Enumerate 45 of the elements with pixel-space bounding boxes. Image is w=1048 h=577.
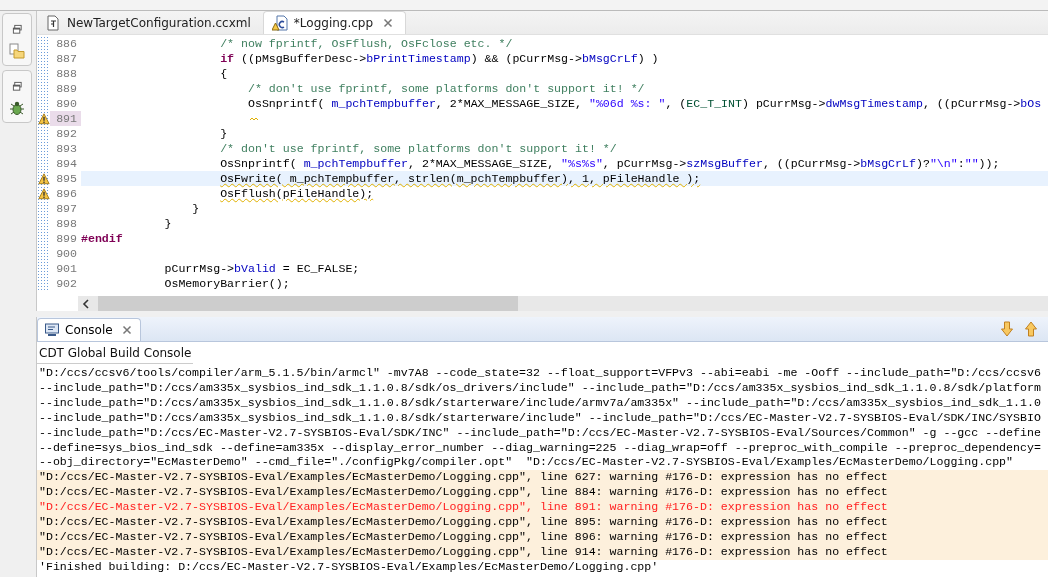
console-line: --define=sys_bios_ind_sdk --define=am335x --display_error_number --diag_warning=225 --diag_wrap=off --preproc_with_compile --preproc_dependency=: [38, 440, 1042, 456]
restore-icon[interactable]: [11, 24, 23, 35]
code-line: }: [164, 217, 172, 230]
warning-icon[interactable]: [37, 172, 50, 185]
console-line: --include_path="D:/ccs/am335x_sysbios_ind_sdk_1.1.0.8/sdk/os_drivers/include" --include_path="D:/ccs/am335x_sysbios_ind_sdk_1.1.0.8/sdk/platform: [38, 380, 1042, 396]
close-icon[interactable]: [121, 325, 132, 335]
code-line: }: [220, 127, 228, 140]
console-line: --include_path="D:/ccs/am335x_sysbios_ind_sdk_1.1.0.8/sdk/starterware/include" --include_path="D:/ccs/EC-Master-V2.7-SYSBIOS-Eval/SDK/INC/SYSBIO: [38, 410, 1042, 426]
console-line: --include_path="D:/ccs/EC-Master-V2.7-SYSBIOS-Eval/SDK/INC" --include_path="D:/ccs/EC-Master-V2.7-SYSBIOS-Eval/Sources/Common" -g --gcc --define: [38, 425, 1042, 441]
line-number: 891: [50, 111, 81, 126]
code-line: /* don't use fprintf, some platforms don't support it! */: [220, 142, 617, 155]
console-line: 'Finished building: D:/ccs/EC-Master-V2.7-SYSBIOS-Eval/Examples/EcMasterDemo/Logging.cpp': [38, 559, 660, 575]
line-number: 895: [50, 171, 81, 186]
code-line: if ((pMsgBufferDesc->bPrintTimestamp) && (pCurrMsg->bMsgCrLf) ): [220, 52, 659, 65]
code-line: OsSnprintf( m_pchTempbuffer, 2*MAX_MESSAGE_SIZE, "%06d %s: ", (EC_T_INT) pCurrMsg->dwMsgTimestamp, ((pCurrMsg->bOs: [248, 97, 1042, 110]
bug-icon[interactable]: [9, 100, 25, 116]
code-line: }: [192, 202, 200, 215]
console-line: --obj_directory="EcMasterDemo" --cmd_file="./configPkg/compiler.opt" "D:/ccs/EC-Master-V2.7-SYSBIOS-Eval/Examples/EcMasterDemo/Logging.cpp": [38, 455, 1015, 471]
horizontal-scrollbar[interactable]: [78, 296, 1048, 311]
folder-icon[interactable]: [9, 43, 25, 59]
console-line: "D:/ccs/ccsv6/tools/compiler/arm_5.1.5/bin/armcl" -mv7A8 --code_state=32 --float_support=VFPv3 --abi=eabi -me -Ooff --include_path="D:/ccs/ccsv6: [38, 366, 1042, 381]
code-line: {: [220, 67, 228, 80]
code-line: pCurrMsg->bValid = EC_FALSE;: [164, 262, 360, 275]
arrow-up-icon[interactable]: [1024, 321, 1038, 337]
editor-tab[interactable]: NewTargetConfiguration.ccxml: [37, 12, 263, 34]
code-line: OsFflush(pFileHandle);: [220, 187, 374, 200]
warning-icon[interactable]: [37, 187, 50, 200]
code-line: /* now fprintf, OsFflush, OsFclose etc. */: [220, 37, 513, 50]
code-line: OsFwrite( m_pchTempbuffer, strlen(m_pchTempbuffer), 1, pFileHandle );: [220, 172, 701, 185]
console-tab[interactable]: Console: [37, 318, 141, 341]
code-line: /* don't use fprintf, some platforms don't support it! */: [248, 82, 645, 95]
console-line: --include_path="D:/ccs/am335x_sysbios_ind_sdk_1.1.0.8/sdk/starterware/include/armv7a/am335x" --include_path="D:/ccs/am335x_sysbios_ind_sdk_1.1.0: [38, 395, 1042, 411]
arrow-down-icon[interactable]: [1000, 321, 1014, 337]
close-icon[interactable]: [383, 18, 394, 28]
scrollbar-thumb[interactable]: [98, 296, 518, 311]
code-line: OsMemoryBarrier();: [164, 277, 290, 290]
editor-tab[interactable]: *Logging.cpp: [262, 11, 407, 34]
cpp-file-warning-icon: [271, 15, 288, 31]
console-title: CDT Global Build Console: [37, 342, 194, 364]
monitor-icon: [44, 322, 60, 338]
code-line: OsSnprintf( m_pchTempbuffer, 2*MAX_MESSAGE_SIZE, "%s%s", pCurrMsg->szMsgBuffer, ((pCurrMsg->bMsgCrLf)?"\n":""));: [220, 157, 1000, 170]
code-line: #endif: [81, 232, 123, 245]
restore-icon[interactable]: [11, 81, 23, 92]
warning-icon[interactable]: [37, 112, 50, 125]
file-icon: [45, 15, 61, 31]
